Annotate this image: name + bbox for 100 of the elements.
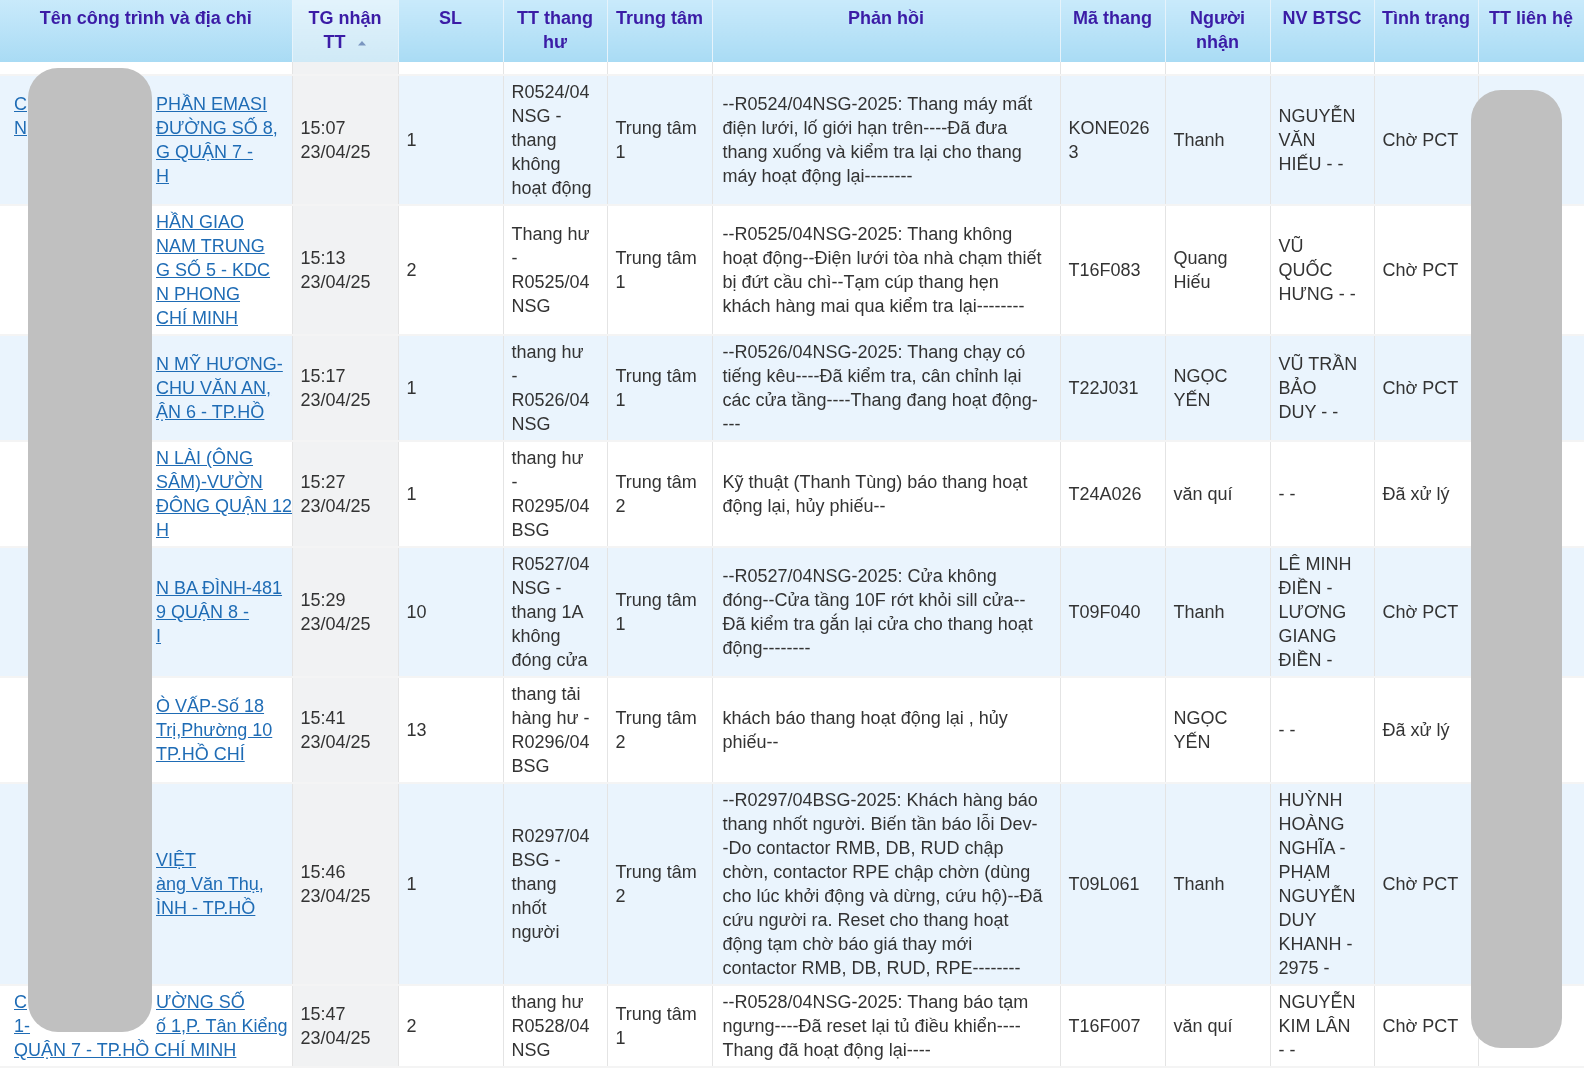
column-header[interactable]: Mã thang: [1060, 0, 1165, 62]
staff-cell: NGUYỄN KIM LÂN - -: [1278, 992, 1356, 1060]
center-cell: Trung tâm 2: [615, 472, 697, 516]
feedback-cell: --R0528/04NSG-2025: Thang báo tạm ngưng----Đã reset lại tủ điều khiển----Thang đã hoạt động lại----: [722, 992, 1029, 1060]
address-link[interactable]: H: [156, 520, 169, 540]
staff-cell: HUỲNH HOÀNG NGHĨA - PHẠM NGUYỄN DUY KHANH - 2975 -: [1278, 790, 1356, 978]
address-link[interactable]: Trị,Phường 10: [156, 720, 273, 740]
receiver-cell: Thanh: [1173, 130, 1225, 150]
address-link[interactable]: àng Văn Thụ,: [156, 874, 264, 894]
elevator-status-cell: thang hư - R0526/04 NSG: [511, 342, 590, 434]
feedback-cell: Kỹ thuật (Thanh Tùng) báo thang hoạt động lại, hủy phiếu--: [722, 472, 1028, 516]
time-cell: 15:17 23/04/25: [300, 366, 371, 410]
status-cell: Chờ PCT: [1382, 602, 1459, 622]
receiver-cell: văn quí: [1173, 484, 1233, 504]
address-link[interactable]: NAM TRUNG: [156, 236, 265, 256]
address-link[interactable]: ố 1,P. Tân Kiểng: [156, 1016, 288, 1036]
elevator-status-cell: R0527/04 NSG - thang 1A không đóng cửa: [511, 554, 590, 670]
quantity-cell: 13: [406, 720, 427, 740]
receiver-cell: Quang Hiếu: [1173, 248, 1228, 292]
staff-cell: - -: [1278, 484, 1296, 504]
address-link[interactable]: 9 QUẬN 8 -: [156, 602, 250, 622]
address-link[interactable]: 1-: [14, 1016, 30, 1036]
center-cell: Trung tâm 1: [615, 366, 697, 410]
feedback-cell: khách báo thang hoạt động lại , hủy phiếu--: [722, 708, 1008, 752]
elevator-status-cell: Thang hư - R0525/04 NSG: [511, 224, 590, 316]
feedback-cell: --R0297/04BSG-2025: Khách hàng báo thang nhốt người. Biến tần báo lỗi Dev--Do contactor RMB, DB, RUD chập chờn, contactor RPE chập chờn (dùng cho lúc khởi động và dừng, cứu hộ)--Đã cứu người ra. Reset cho thang hoạt động tạm chờ báo giá thay mới contactor RMB, DB, RUD, RPE--------: [722, 790, 1043, 978]
time-cell: 15:46 23/04/25: [300, 862, 371, 906]
address-link[interactable]: SÂM)-VƯỜN: [156, 472, 263, 492]
column-header[interactable]: TG nhận TT: [292, 0, 398, 62]
address-link[interactable]: I: [156, 626, 161, 646]
column-header[interactable]: Người nhận: [1165, 0, 1270, 62]
elevator-code-cell: T16F007: [1068, 1016, 1141, 1036]
address-link[interactable]: N LÀI (ÔNG: [156, 448, 253, 468]
quantity-cell: 2: [406, 1016, 417, 1036]
address-link[interactable]: CHÍ MINH: [156, 308, 238, 328]
center-cell: Trung tâm 2: [615, 708, 697, 752]
address-link[interactable]: C: [14, 992, 27, 1012]
status-cell: Đã xử lý: [1382, 484, 1450, 504]
quantity-cell: 1: [406, 484, 417, 504]
staff-cell: LÊ MINH ĐIỀN - LƯƠNG GIANG ĐIỀN -: [1278, 554, 1352, 670]
address-link[interactable]: HẦN GIAO: [156, 212, 244, 232]
address-link[interactable]: N PHONG: [156, 284, 240, 304]
status-cell: Chờ PCT: [1382, 874, 1459, 894]
column-header[interactable]: TT thang hư: [503, 0, 607, 62]
time-cell: 15:27 23/04/25: [300, 472, 371, 516]
address-link[interactable]: CHU VĂN AN,: [156, 378, 272, 398]
quantity-cell: 2: [406, 260, 417, 280]
receiver-cell: văn quí: [1173, 1016, 1233, 1036]
center-cell: Trung tâm 1: [615, 1004, 697, 1048]
column-header[interactable]: NV BTSC: [1270, 0, 1374, 62]
address-link[interactable]: G SỐ 5 - KDC: [156, 260, 271, 280]
column-header[interactable]: Tình trạng: [1374, 0, 1478, 62]
address-link[interactable]: N: [14, 118, 27, 138]
column-header[interactable]: SL: [398, 0, 503, 62]
elevator-status-cell: thang hư R0528/04 NSG: [511, 992, 590, 1060]
column-header[interactable]: Phản hồi: [712, 0, 1060, 62]
address-link[interactable]: G QUẬN 7 -: [156, 142, 253, 162]
center-cell: Trung tâm 2: [615, 862, 697, 906]
address-link[interactable]: C: [14, 94, 27, 114]
address-link[interactable]: N MỸ HƯƠNG-: [156, 354, 283, 374]
status-cell: Chờ PCT: [1382, 378, 1459, 398]
time-cell: 15:07 23/04/25: [300, 118, 371, 162]
feedback-cell: --R0525/04NSG-2025: Thang không hoạt động--Điện lưới tòa nhà chạm thiết bị đứt cầu chì--Tạm cúp thang hẹn khách hàng mai qua kiểm tra lại--------: [722, 224, 1042, 316]
center-cell: Trung tâm 1: [615, 248, 697, 292]
address-link[interactable]: ƯỜNG SỐ: [156, 992, 245, 1012]
elevator-status-cell: R0297/04 BSG - thang nhốt người: [511, 826, 590, 942]
column-header[interactable]: Tên công trình và địa chỉ: [0, 0, 292, 62]
status-cell: Đã xử lý: [1382, 720, 1450, 740]
elevator-code-cell: T24A026: [1068, 484, 1142, 504]
elevator-status-cell: thang tải hàng hư - R0296/04 BSG: [511, 684, 590, 776]
elevator-code-cell: T22J031: [1068, 378, 1139, 398]
address-link[interactable]: ÌNH - TP.HỒ: [156, 898, 256, 918]
column-header[interactable]: Trung tâm: [607, 0, 712, 62]
elevator-code-cell: KONE0263: [1068, 118, 1150, 162]
address-link[interactable]: QUẬN 7 - TP.HỒ CHÍ MINH: [14, 1040, 237, 1060]
address-link[interactable]: ĐÔNG QUẬN 12: [156, 496, 293, 516]
address-link[interactable]: ĐƯỜNG SỐ 8,: [156, 118, 278, 138]
staff-cell: VŨ TRẦN BẢO DUY - -: [1278, 354, 1358, 422]
address-link[interactable]: VIỆT: [156, 850, 196, 870]
quantity-cell: 1: [406, 874, 417, 894]
status-cell: Chờ PCT: [1382, 260, 1459, 280]
time-cell: 15:41 23/04/25: [300, 708, 371, 752]
elevator-status-cell: thang hư - R0295/04 BSG: [511, 448, 590, 540]
column-header[interactable]: TT liên hệ: [1478, 0, 1584, 62]
address-link[interactable]: TP.HỒ CHÍ: [156, 744, 245, 764]
elevator-status-cell: R0524/04 NSG - thang không hoạt động: [511, 82, 592, 198]
receiver-cell: Thanh: [1173, 874, 1225, 894]
receiver-cell: NGỌC YẾN: [1173, 708, 1228, 752]
address-link[interactable]: PHẦN EMASI: [156, 94, 268, 114]
time-cell: 15:13 23/04/25: [300, 248, 371, 292]
quantity-cell: 10: [406, 602, 427, 622]
center-cell: Trung tâm 1: [615, 590, 697, 634]
feedback-cell: --R0527/04NSG-2025: Cửa không đóng--Cửa tầng 10F rớt khỏi sill cửa--Đã kiểm tra gắn lại cửa cho thang hoạt động--------: [722, 566, 1033, 658]
quantity-cell: 1: [406, 130, 417, 150]
receiver-cell: Thanh: [1173, 602, 1225, 622]
status-cell: Chờ PCT: [1382, 1016, 1459, 1036]
address-link[interactable]: H: [156, 166, 169, 186]
address-link[interactable]: ẬN 6 - TP.HỒ: [156, 402, 265, 422]
address-link[interactable]: N BA ĐÌNH-481: [156, 578, 283, 598]
address-link[interactable]: Ò VẤP-Số 18: [156, 696, 265, 716]
